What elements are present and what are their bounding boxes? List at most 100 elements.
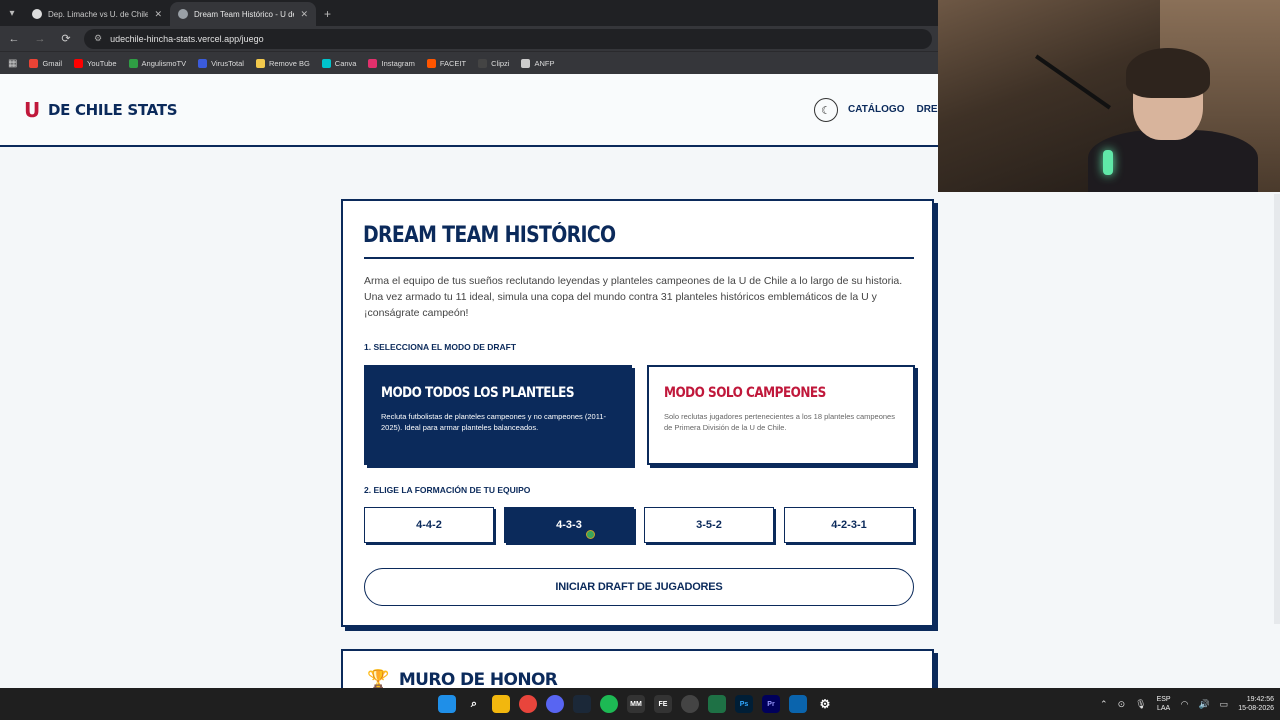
browser-tab-strip: ▾ Dep. Limache vs U. de Chile • Hi ✕ Dre… (0, 0, 938, 26)
site-logo[interactable]: U DE CHILE STATS (24, 98, 178, 122)
url-text: udechile-hincha-stats.vercel.app/juego (110, 33, 264, 44)
tab-favicon-icon (32, 9, 42, 19)
mm-app-icon[interactable]: MM (627, 695, 645, 713)
xbox-icon[interactable] (681, 695, 699, 713)
chevron-up-icon[interactable]: ⌃ (1100, 699, 1108, 710)
instagram-icon (368, 58, 378, 68)
bookmark-removebg[interactable]: Remove BG (255, 58, 310, 68)
formation-4-4-2-button[interactable]: 4-4-2 (364, 507, 494, 543)
page-scrollbar[interactable] (1274, 194, 1280, 624)
page-title: DREAM TEAM HISTÓRICO (363, 223, 616, 248)
mode-title: MODO TODOS LOS PLANTELES (381, 385, 575, 401)
microphone-icon[interactable]: 🎙 (1135, 699, 1146, 710)
tray-app-icon[interactable]: ⊙ (1118, 699, 1126, 710)
mode-todos-los-planteles[interactable]: MODO TODOS LOS PLANTELES Recluta futboli… (364, 365, 632, 465)
angulismotv-icon (128, 58, 138, 68)
reload-icon[interactable]: ⟳ (58, 32, 74, 45)
discord-icon[interactable] (546, 695, 564, 713)
excel-icon[interactable] (708, 695, 726, 713)
back-icon[interactable]: ← (6, 33, 22, 45)
chrome-icon[interactable] (519, 695, 537, 713)
webcam-light (1103, 150, 1113, 175)
muro-de-honor-card: 🏆 MURO DE HONOR (341, 649, 934, 688)
mode-description: Recluta futbolistas de planteles campeon… (381, 412, 606, 432)
outlook-icon[interactable] (789, 695, 807, 713)
formation-4-3-3-button[interactable]: 4-3-3 (504, 507, 634, 543)
steam-icon[interactable] (573, 695, 591, 713)
moon-icon[interactable]: ☾ (814, 98, 838, 122)
logo-mark: U (24, 98, 40, 122)
main-nav: CATÁLOGO DREA (848, 104, 945, 115)
close-tab-icon[interactable]: ✕ (300, 9, 308, 20)
battery-icon[interactable]: ▭ (1220, 699, 1229, 710)
bookmark-faceit[interactable]: FACEIT (426, 58, 466, 68)
youtube-icon (74, 58, 84, 68)
site-header: U DE CHILE STATS ☾ CATÁLOGO DREA (0, 74, 945, 147)
title-divider (364, 257, 914, 259)
browser-toolbar: ← → ⟳ ⚙ udechile-hincha-stats.vercel.app… (0, 26, 938, 51)
bookmark-virustotal[interactable]: VirusTotal (198, 58, 244, 68)
formation-options: 4-4-2 4-3-3 3-5-2 4-2-3-1 (364, 507, 914, 543)
honor-heading: 🏆 MURO DE HONOR (367, 669, 558, 689)
mouse-cursor-icon (586, 530, 595, 539)
premiere-icon[interactable]: Pr (762, 695, 780, 713)
tab-title: Dream Team Histórico - U de Ch (194, 9, 294, 19)
step-1-label: 1. SELECCIONA EL MODO DE DRAFT (364, 342, 517, 352)
dream-team-card: DREAM TEAM HISTÓRICO Arma el equipo de t… (341, 199, 934, 627)
bookmark-anfp[interactable]: ANFP (521, 58, 554, 68)
clock[interactable]: 19:42:56 15-08-2026 (1238, 695, 1274, 713)
trophy-icon: 🏆 (367, 669, 389, 688)
formation-4-2-3-1-button[interactable]: 4-2-3-1 (784, 507, 914, 543)
bookmark-youtube[interactable]: YouTube (74, 58, 117, 68)
nav-catalogo[interactable]: CATÁLOGO (848, 104, 904, 115)
volume-icon[interactable]: 🔊 (1198, 699, 1209, 710)
faceit-icon (426, 58, 436, 68)
start-draft-button[interactable]: INICIAR DRAFT DE JUGADORES (364, 568, 914, 606)
windows-taskbar: ⌕ MM FE Ps Pr ⚙ ⌃ ⊙ 🎙 ESP LAA ◠ 🔊 ▭ 19:4… (0, 688, 1280, 720)
mode-title: MODO SOLO CAMPEONES (664, 385, 826, 401)
bookmark-angulismotv[interactable]: AngulismoTV (128, 58, 186, 68)
language-indicator[interactable]: ESP LAA (1157, 695, 1171, 713)
bookmarks-bar: ▦ Gmail YouTube AngulismoTV VirusTotal R… (0, 51, 938, 74)
webcam-person-hair (1126, 48, 1210, 98)
site-info-icon[interactable]: ⚙ (94, 33, 102, 44)
mode-solo-campeones[interactable]: MODO SOLO CAMPEONES Solo reclutas jugado… (647, 365, 915, 465)
apps-grid-icon[interactable]: ▦ (8, 58, 17, 69)
search-icon[interactable]: ⌕ (465, 695, 483, 713)
logo-text: DE CHILE STATS (47, 101, 178, 119)
canva-icon (321, 58, 331, 68)
settings-icon[interactable]: ⚙ (816, 695, 834, 713)
browser-tab-1[interactable]: Dep. Limache vs U. de Chile • Hi ✕ (24, 2, 170, 26)
tab-favicon-icon (178, 9, 188, 19)
bookmark-gmail[interactable]: Gmail (29, 58, 62, 68)
bookmark-clipzi[interactable]: Clipzi (478, 58, 509, 68)
mode-description: Solo reclutas jugadores pertenecientes a… (664, 412, 895, 432)
webcam-overlay (938, 0, 1280, 192)
browser-tab-2[interactable]: Dream Team Histórico - U de Ch ✕ (170, 2, 316, 26)
tab-search-icon[interactable]: ▾ (0, 1, 24, 25)
address-bar[interactable]: ⚙ udechile-hincha-stats.vercel.app/juego (84, 28, 932, 49)
bookmark-instagram[interactable]: Instagram (368, 58, 415, 68)
taskbar-apps: ⌕ MM FE Ps Pr ⚙ (438, 688, 834, 720)
file-explorer-icon[interactable] (492, 695, 510, 713)
fe-app-icon[interactable]: FE (654, 695, 672, 713)
wifi-icon[interactable]: ◠ (1181, 699, 1189, 710)
removebg-icon (255, 58, 265, 68)
clock-date: 15-08-2026 (1238, 705, 1274, 712)
clipzi-icon (478, 58, 488, 68)
spotify-icon[interactable] (600, 695, 618, 713)
close-tab-icon[interactable]: ✕ (154, 9, 162, 20)
anfp-icon (521, 58, 531, 68)
step-2-label: 2. ELIGE LA FORMACIÓN DE TU EQUIPO (364, 485, 531, 495)
system-tray: ⌃ ⊙ 🎙 ESP LAA ◠ 🔊 ▭ 19:42:56 15-08-2026 (1100, 688, 1274, 720)
new-tab-icon[interactable]: + (316, 2, 339, 26)
photoshop-icon[interactable]: Ps (735, 695, 753, 713)
bookmark-canva[interactable]: Canva (321, 58, 356, 68)
webcam-mic-arm (1034, 54, 1112, 110)
forward-icon[interactable]: → (32, 33, 48, 45)
formation-3-5-2-button[interactable]: 3-5-2 (644, 507, 774, 543)
honor-title: MURO DE HONOR (398, 669, 558, 689)
intro-text: Arma el equipo de tus sueños reclutando … (364, 275, 903, 319)
virustotal-icon (198, 58, 208, 68)
windows-start-icon[interactable] (438, 695, 456, 713)
